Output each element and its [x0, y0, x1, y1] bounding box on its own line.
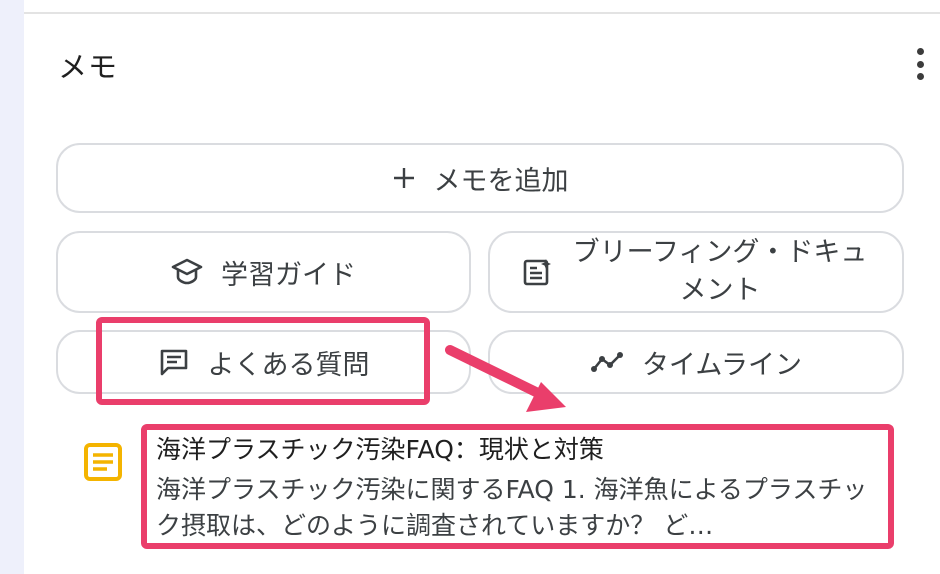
left-panel-edge [0, 0, 24, 574]
briefing-doc-button[interactable]: ブリーフィング・ドキュメント [488, 231, 904, 313]
study-guide-button[interactable]: 学習ガイド [56, 231, 471, 313]
study-guide-label: 学習ガイド [221, 259, 356, 291]
add-note-label: メモを追加 [433, 165, 569, 197]
faq-highlight-box [96, 317, 430, 405]
briefing-doc-label: ブリーフィング・ドキュメント [572, 237, 868, 306]
timeline-icon [590, 350, 624, 374]
notes-panel-title: メモ [58, 50, 119, 84]
note-document-icon [83, 442, 123, 486]
add-note-button[interactable]: メモを追加 [56, 143, 904, 213]
top-divider [24, 12, 940, 14]
annotation-arrow-icon [445, 345, 566, 412]
plus-icon [392, 166, 416, 190]
timeline-label: タイムライン [641, 349, 803, 381]
briefing-doc-icon [522, 257, 552, 287]
more-vert-icon[interactable] [906, 44, 934, 84]
note-highlight-box [141, 424, 894, 549]
graduation-cap-icon [171, 258, 203, 286]
